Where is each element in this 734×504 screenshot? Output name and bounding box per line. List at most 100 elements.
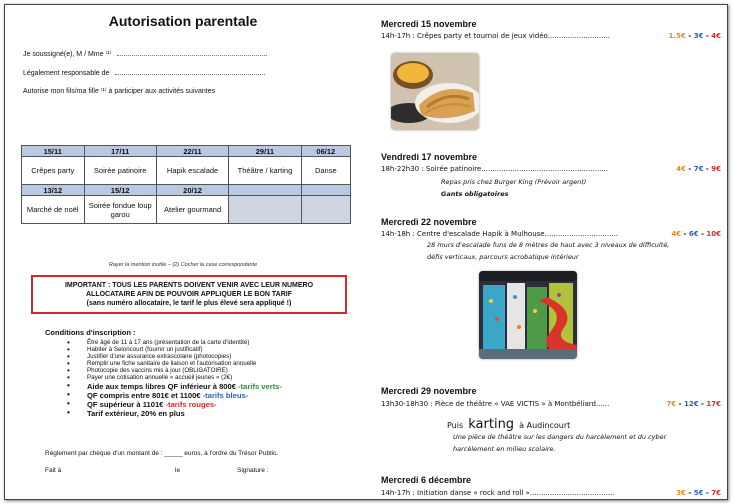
event-note: Repas pris chez Burger King (Prévoir arg… xyxy=(441,178,587,186)
karting-place: à Audincourt xyxy=(519,421,571,430)
event-date: Mercredi 15 novembre xyxy=(381,19,477,29)
conditions-list: Être âgé de 11 à 17 ans (présentation de… xyxy=(67,339,282,418)
table-cell-date: 13/12 xyxy=(21,184,85,196)
flyer-page: Autorisation parentale Je soussigné(e), … xyxy=(4,4,728,500)
table-cell-date: 29/11 xyxy=(228,145,302,157)
authorize-line: Autorise mon fils/ma fille ⁽¹⁾ à partici… xyxy=(23,88,216,95)
activity-checkbox-cell[interactable]: Marché de noël xyxy=(21,195,85,224)
climbing-image xyxy=(479,271,577,359)
tariff-item: Tarif extérieur, 20% en plus xyxy=(67,409,282,418)
table-cell-date: 20/12 xyxy=(155,184,230,196)
climbing-photo xyxy=(479,271,577,359)
event-prices: 1.5€ - 3€ - 4€ xyxy=(668,32,721,40)
list-item: Être âgé de 11 à 17 ans (présentation de… xyxy=(67,339,282,346)
activity-checkbox-cell[interactable]: Soirée fondue loup garou xyxy=(83,195,157,224)
price-blue: 6€ xyxy=(688,230,699,238)
event-prices: 7€ - 12€ - 17€ xyxy=(666,400,721,408)
event-note: 28 murs d'escalade funs de 8 mètres de h… xyxy=(427,241,670,249)
tariff-tag: -tarifs rouges- xyxy=(163,399,217,409)
tariff-item: QF supérieur à 1101€ -tarifs rouges- xyxy=(67,400,282,409)
price-green: 1.5€ xyxy=(668,32,686,40)
price-red: 4€ xyxy=(711,32,721,40)
list-item: Payer une cotisation annuelle « accueil … xyxy=(67,374,282,381)
event-line: 14h-17h : Crêpes party et tournoi de jeu… xyxy=(381,32,611,40)
event-line: 14h-17h : Initiation danse « rock and ro… xyxy=(381,489,615,497)
karting-line: Puis karting à Audincourt xyxy=(447,413,570,432)
tariff-text: QF compris entre 801€ et 1100€ xyxy=(87,390,201,400)
table-cell-empty xyxy=(300,195,352,224)
list-item: Habiter à Seloncourt (fournir un justifi… xyxy=(67,346,282,353)
important-line: (sans numéro allocataire, le tarif le pl… xyxy=(86,299,292,307)
conditions-title: Conditions d'inscription : xyxy=(45,328,136,337)
price-blue: 5€ xyxy=(693,489,704,497)
table-cell-date: 15/12 xyxy=(83,184,157,196)
event-date: Mercredi 29 novembre xyxy=(381,386,477,396)
event-date: Vendredi 17 novembre xyxy=(381,152,478,162)
list-item: Remplir une fiche sanitaire de liaison e… xyxy=(67,360,282,367)
authorization-form: Autorisation parentale Je soussigné(e), … xyxy=(5,5,361,499)
event-prices: 4€ - 6€ - 10€ xyxy=(671,230,721,238)
event-note: Gants obligatoires xyxy=(441,190,509,198)
guardian-name-line: Je soussigné(e), M / Mme ⁽¹⁾ xyxy=(23,49,268,58)
list-item: Photocopie des vaccins mis à jour (OBLIG… xyxy=(67,367,282,374)
program-column: Mercredi 15 novembre 14h-17h : Crêpes pa… xyxy=(367,5,727,499)
price-red: 10€ xyxy=(706,230,721,238)
table-cell-empty xyxy=(228,195,302,224)
tariff-tag: -tarifs bleus- xyxy=(200,390,249,400)
guardian-name-field[interactable] xyxy=(117,49,268,56)
event-note: Une pièce de théâtre sur les dangers du … xyxy=(453,433,667,441)
important-line: ALLOCATAIRE AFIN DE POUVOIR APPLIQUER LE… xyxy=(86,290,292,298)
event-line: 18h-22h30 : Soirée patinoire............… xyxy=(381,165,609,173)
event-line: 14h-18h : Centre d'escalade Hapik à Mulh… xyxy=(381,230,619,238)
guardian-name-label: Je soussigné(e), M / Mme ⁽¹⁾ xyxy=(23,51,112,58)
event-note: harcèlement en milieu scolaire. xyxy=(453,445,556,453)
price-blue: 7€ xyxy=(693,165,704,173)
crepes-photo xyxy=(391,53,479,130)
price-blue: 3€ xyxy=(693,32,704,40)
tariff-tag: -tarifs verts- xyxy=(235,381,282,391)
activity-checkbox-cell[interactable]: Atelier gourmand xyxy=(155,195,230,224)
crepes-image xyxy=(391,53,479,130)
karting-label: karting xyxy=(468,417,515,432)
price-red: 7€ xyxy=(711,489,721,497)
tariff-item: Aide aux temps libres QF inférieur à 800… xyxy=(67,382,282,391)
activity-checkbox-cell[interactable]: Hapik escalade xyxy=(155,156,230,185)
table-row: Marché de noël Soirée fondue loup garou … xyxy=(21,195,352,224)
price-red: 17€ xyxy=(706,400,721,408)
table-row: Crêpes party Soirée patinoire Hapik esca… xyxy=(21,156,352,185)
event-prices: 4€ - 7€ - 9€ xyxy=(676,165,721,173)
activity-checkbox-cell[interactable]: Crêpes party xyxy=(21,156,85,185)
activity-checkbox-cell[interactable]: Soirée patinoire xyxy=(83,156,157,185)
tariff-item: QF compris entre 801€ et 1100€ -tarifs b… xyxy=(67,391,282,400)
tariff-text: QF supérieur à 1101€ xyxy=(87,399,164,409)
table-cell-empty xyxy=(300,184,352,196)
table-row: 15/11 17/11 22/11 29/11 06/12 xyxy=(21,145,352,157)
activity-checkbox-cell[interactable]: Danse xyxy=(300,156,352,185)
price-blue: 12€ xyxy=(683,400,699,408)
tariff-text: Tarif extérieur, 20% en plus xyxy=(87,408,185,418)
price-red: 9€ xyxy=(711,165,721,173)
table-row: 13/12 15/12 20/12 xyxy=(21,184,352,196)
puis-label: Puis xyxy=(447,421,464,430)
event-date: Mercredi 22 novembre xyxy=(381,217,477,227)
list-item: Justifier d'une assurance extrascolaire … xyxy=(67,353,282,360)
important-notice: IMPORTANT : TOUS LES PARENTS DOIVENT VEN… xyxy=(31,275,347,314)
signature-label: Signature : xyxy=(237,467,269,474)
event-prices: 3€ - 5€ - 7€ xyxy=(676,489,721,497)
child-name-field[interactable] xyxy=(115,68,266,75)
activity-checkbox-cell[interactable]: Théâtre / karting xyxy=(228,156,302,185)
responsible-label: Légalement responsable de xyxy=(23,70,110,77)
price-green: 7€ xyxy=(666,400,677,408)
event-note: défis verticaux, parcours acrobatique in… xyxy=(427,253,579,261)
payment-line: Règlement par chèque d'un montant de : _… xyxy=(45,450,279,457)
price-green: 4€ xyxy=(671,230,682,238)
important-line: IMPORTANT : TOUS LES PARENTS DOIVENT VEN… xyxy=(64,282,314,289)
footnote: Rayer la mention inutile – (2) Cocher la… xyxy=(108,262,258,268)
date-label: le xyxy=(175,467,181,474)
table-cell-empty xyxy=(228,184,302,196)
price-green: 3€ xyxy=(676,489,686,497)
table-cell-date: 22/11 xyxy=(155,145,230,157)
event-date: Mercredi 6 décembre xyxy=(381,475,472,485)
table-cell-date: 15/11 xyxy=(21,145,85,157)
table-cell-date: 06/12 xyxy=(300,145,352,157)
